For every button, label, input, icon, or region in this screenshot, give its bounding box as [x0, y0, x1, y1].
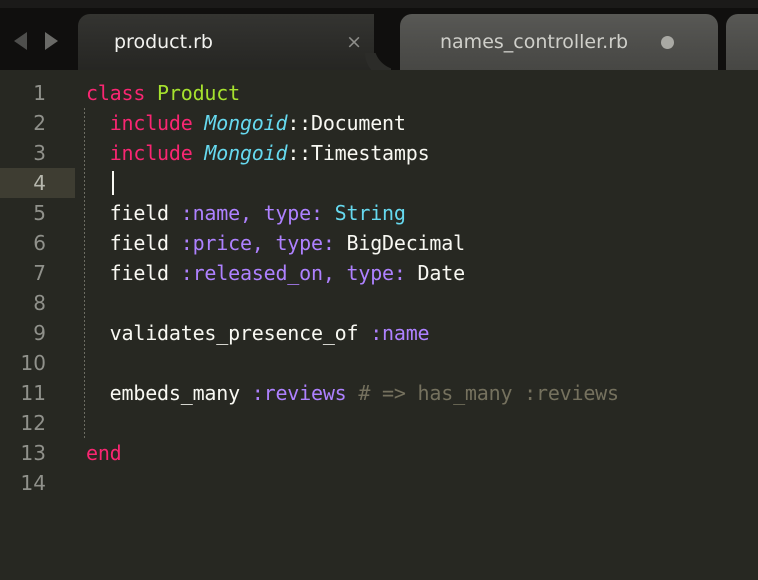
code-text: embeds_many :reviews # => has_many :revi… — [86, 378, 619, 408]
tab-navigation-buttons — [8, 28, 70, 54]
token-plain: ::Timestamps — [287, 141, 430, 165]
tab-bar-top-strip — [0, 0, 758, 8]
token-keyword: class — [86, 81, 158, 105]
token-plain: validates_presence_of — [86, 321, 371, 345]
line-number: 3 — [33, 141, 46, 165]
token-plain: field — [86, 261, 181, 285]
token-constant: Mongoid — [204, 111, 288, 135]
line-number: 2 — [33, 111, 46, 135]
code-line: 5 field :name, type: String — [0, 198, 758, 228]
line-number: 1 — [33, 81, 46, 105]
code-text: include Mongoid::Document — [86, 108, 406, 138]
token-constant: Mongoid — [204, 141, 288, 165]
line-number: 12 — [20, 411, 46, 435]
line-number: 14 — [20, 471, 46, 495]
line-number: 13 — [20, 441, 46, 465]
code-line: 7 field :released_on, type: Date — [0, 258, 758, 288]
token-keyword: end — [86, 441, 122, 465]
code-text: field :released_on, type: Date — [86, 258, 465, 288]
code-line: 10 — [0, 348, 758, 378]
arrow-right-icon[interactable] — [45, 32, 58, 50]
token-constant_plain: String — [334, 201, 406, 225]
unsaved-dot-icon[interactable] — [661, 35, 674, 49]
code-line: 9 validates_presence_of :name — [0, 318, 758, 348]
tab-label: names_controller.rb — [440, 31, 629, 53]
code-text: validates_presence_of :name — [86, 318, 430, 348]
tab-names-controller-rb[interactable]: names_controller.rb — [400, 14, 718, 70]
token-plain: ::Document — [287, 111, 406, 135]
token-symbol: :released_on, type: — [180, 261, 406, 285]
code-line: 11 embeds_many :reviews # => has_many :r… — [0, 378, 758, 408]
tab-label: product.rb — [114, 31, 213, 53]
code-line: 12 — [0, 408, 758, 438]
token-class_name: Product — [157, 81, 240, 105]
token-plain: field — [86, 231, 181, 255]
code-text: field :price, type: BigDecimal — [86, 228, 465, 258]
line-number: 8 — [33, 291, 46, 315]
close-icon[interactable]: × — [346, 31, 362, 53]
code-line: 8 — [0, 288, 758, 318]
code-line: 3 include Mongoid::Timestamps — [0, 138, 758, 168]
token-symbol: :name — [370, 321, 430, 345]
token-plain: embeds_many — [86, 381, 252, 405]
line-number: 4 — [33, 171, 46, 195]
token-keyword: include — [109, 111, 205, 135]
code-line: 13 end — [0, 438, 758, 468]
tab-product-rb[interactable]: product.rb × — [78, 14, 390, 70]
code-text: end — [86, 438, 122, 468]
token-symbol: :price, type: — [180, 231, 335, 255]
code-line: 2 include Mongoid::Document — [0, 108, 758, 138]
editor-window: product.rb × names_controller.rb 1 class … — [0, 0, 758, 580]
code-line: 6 field :price, type: BigDecimal — [0, 228, 758, 258]
line-number: 7 — [33, 261, 46, 285]
code-line: 1 class Product — [0, 78, 758, 108]
line-number: 10 — [20, 351, 46, 375]
line-number: 6 — [33, 231, 46, 255]
tab-overflow-next[interactable] — [726, 14, 758, 70]
code-editor[interactable]: 1 class Product 2 include Mongoid::Documen… — [0, 70, 758, 580]
code-text: class Product — [86, 78, 240, 108]
text-cursor — [112, 171, 114, 195]
code-line: 14 — [0, 468, 758, 498]
line-number: 5 — [33, 201, 46, 225]
token-keyword: include — [109, 141, 205, 165]
code-text: include Mongoid::Timestamps — [86, 138, 430, 168]
token-symbol: :name, type: — [180, 201, 323, 225]
line-number: 11 — [20, 381, 46, 405]
token-comment: # => has_many :reviews — [346, 381, 619, 405]
token-plain: field — [86, 201, 181, 225]
token-symbol: :reviews — [251, 381, 347, 405]
line-number: 9 — [33, 321, 46, 345]
token-plain: Date — [405, 261, 466, 285]
code-text: field :name, type: String — [86, 198, 406, 228]
tab-bar: product.rb × names_controller.rb — [0, 0, 758, 70]
arrow-left-icon[interactable] — [14, 32, 27, 50]
token-plain: BigDecimal — [334, 231, 466, 255]
